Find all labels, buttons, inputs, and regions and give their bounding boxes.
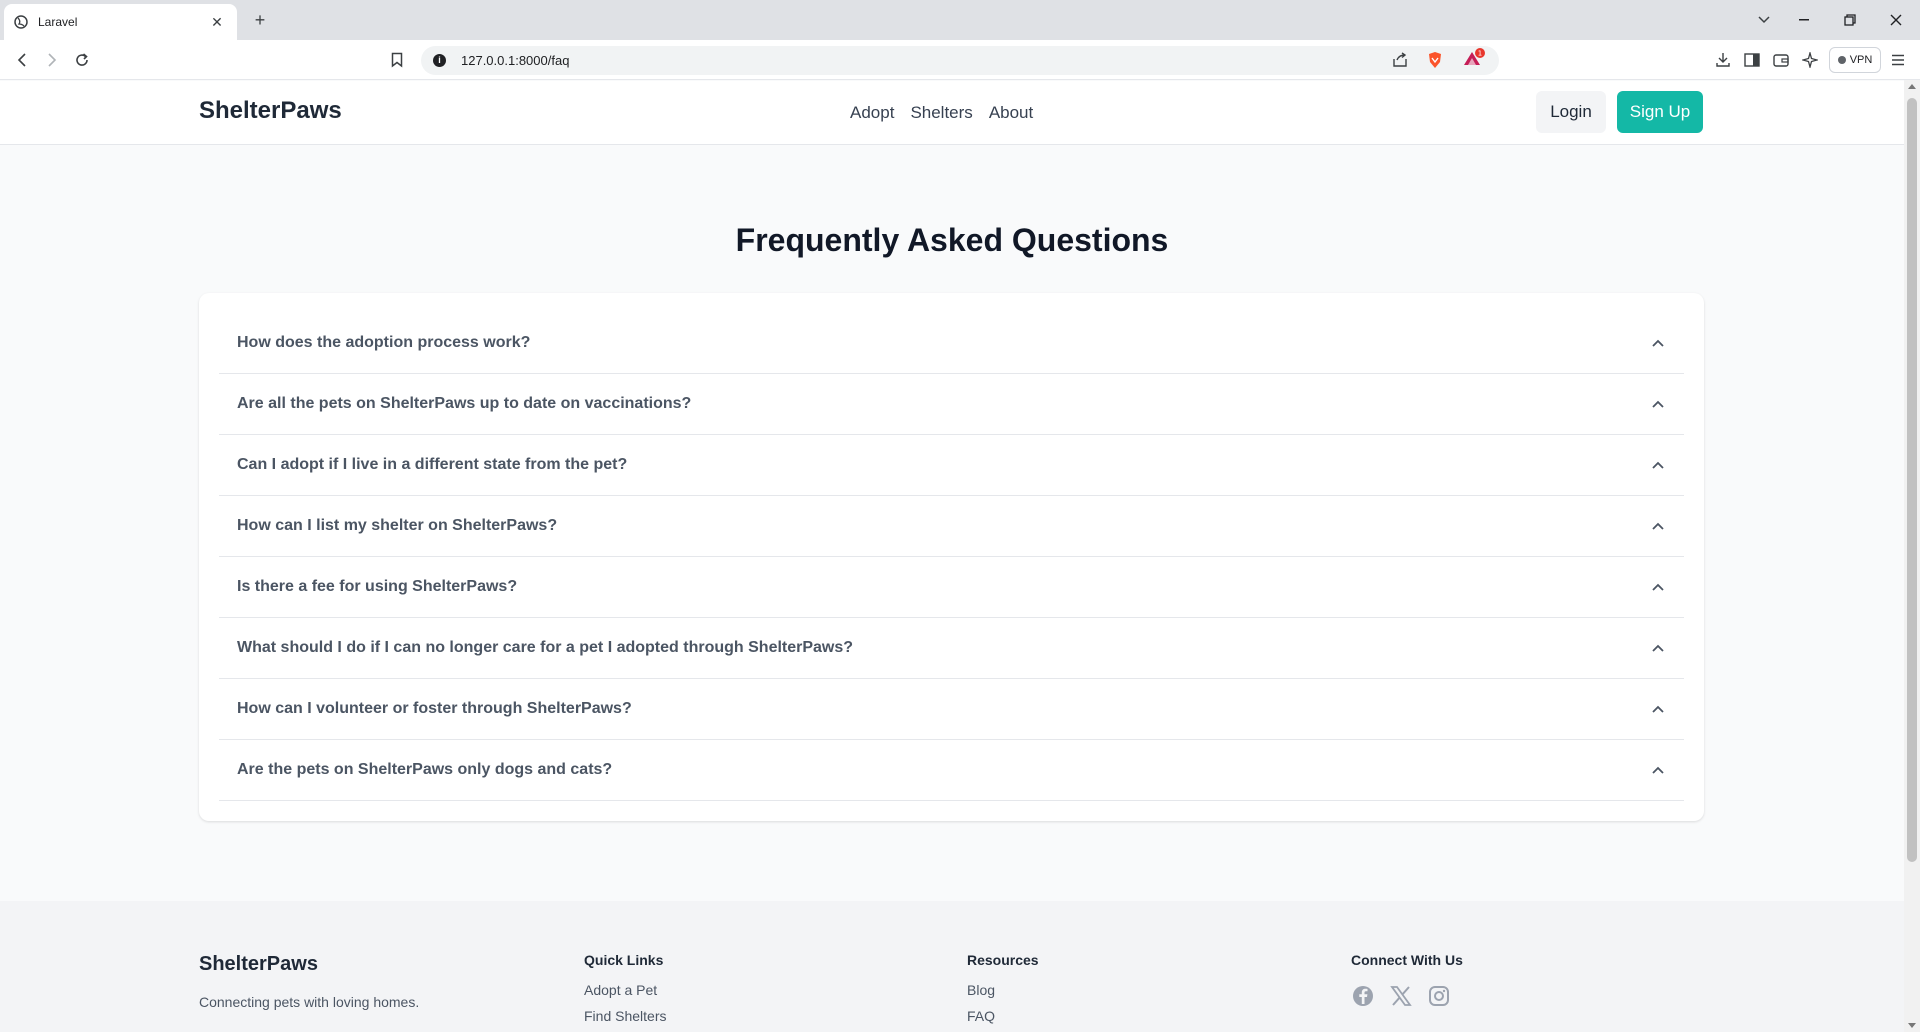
forward-icon[interactable] <box>40 48 64 72</box>
faq-item[interactable]: What should I do if I can no longer care… <box>219 618 1684 679</box>
instagram-icon[interactable] <box>1427 984 1451 1008</box>
faq-question: What should I do if I can no longer care… <box>237 639 854 656</box>
footer-link-blog[interactable]: Blog <box>967 982 1039 998</box>
page-scrollbar[interactable] <box>1904 80 1920 1032</box>
faq-question: Are all the pets on ShelterPaws up to da… <box>237 395 692 412</box>
faq-item[interactable]: Is there a fee for using ShelterPaws? <box>219 557 1684 618</box>
download-icon[interactable] <box>1713 50 1733 70</box>
address-bar[interactable]: i 127.0.0.1:8000/faq <box>421 46 1499 75</box>
url-text: 127.0.0.1:8000/faq <box>461 53 570 68</box>
globe-icon <box>14 15 28 29</box>
vpn-status-icon <box>1837 56 1846 64</box>
site-footer: ShelterPaws Connecting pets with loving … <box>0 901 1904 1032</box>
signup-button[interactable]: Sign Up <box>1617 91 1703 133</box>
footer-link-find-shelters[interactable]: Find Shelters <box>584 1008 666 1024</box>
tab-search-chevron-icon[interactable] <box>1752 8 1776 32</box>
chevron-up-icon <box>1652 400 1664 408</box>
vpn-button[interactable]: VPN <box>1829 47 1881 73</box>
nav-link-adopt[interactable]: Adopt <box>850 103 894 123</box>
scroll-down-icon[interactable] <box>1908 1023 1916 1028</box>
footer-quick-links: Quick Links Adopt a Pet Find Shelters <box>584 952 666 1032</box>
login-button[interactable]: Login <box>1536 91 1606 133</box>
reload-icon[interactable] <box>70 48 94 72</box>
footer-heading: Connect With Us <box>1351 952 1463 968</box>
menu-icon[interactable] <box>1888 50 1908 70</box>
faq-question: Can I adopt if I live in a different sta… <box>237 456 628 473</box>
bookmark-icon[interactable] <box>385 48 409 72</box>
close-tab-icon[interactable]: ✕ <box>207 14 227 31</box>
site-info-icon[interactable]: i <box>433 54 446 67</box>
browser-toolbar: i 127.0.0.1:8000/faq 1 VPN <box>0 40 1920 80</box>
footer-resources: Resources Blog FAQ <box>967 952 1039 1032</box>
sidebar-icon[interactable] <box>1742 50 1762 70</box>
social-links <box>1351 984 1451 1008</box>
chevron-up-icon <box>1652 583 1664 591</box>
footer-heading: Resources <box>967 952 1039 968</box>
browser-tab[interactable]: Laravel ✕ <box>4 4 237 40</box>
leo-ai-icon[interactable] <box>1800 50 1820 70</box>
faq-item[interactable]: Can I adopt if I live in a different sta… <box>219 435 1684 496</box>
faq-item[interactable]: Are all the pets on ShelterPaws up to da… <box>219 374 1684 435</box>
page-title: Frequently Asked Questions <box>735 222 1169 258</box>
faq-question: How can I list my shelter on ShelterPaws… <box>237 517 558 534</box>
close-window-icon[interactable] <box>1884 8 1908 32</box>
footer-heading: Quick Links <box>584 952 664 968</box>
tab-title: Laravel <box>38 15 78 29</box>
faq-item[interactable]: How does the adoption process work? <box>219 313 1684 374</box>
wallet-icon[interactable] <box>1771 50 1791 70</box>
nav-link-about[interactable]: About <box>989 103 1033 123</box>
main-nav: Adopt Shelters About <box>850 103 1033 123</box>
restore-icon[interactable] <box>1838 8 1862 32</box>
chevron-up-icon <box>1652 644 1664 652</box>
faq-question: How can I volunteer or foster through Sh… <box>237 700 632 717</box>
share-icon[interactable] <box>1391 51 1409 69</box>
faq-accordion: How does the adoption process work? Are … <box>199 293 1704 821</box>
facebook-icon[interactable] <box>1351 984 1375 1008</box>
footer-brand: ShelterPaws <box>199 953 318 975</box>
faq-item[interactable]: How can I list my shelter on ShelterPaws… <box>219 496 1684 557</box>
faq-item[interactable]: How can I volunteer or foster through Sh… <box>219 679 1684 740</box>
chevron-up-icon <box>1652 522 1664 530</box>
notification-count: 1 <box>1478 50 1482 58</box>
footer-connect: Connect With Us <box>1351 952 1463 982</box>
scroll-up-icon[interactable] <box>1908 84 1916 89</box>
nav-link-shelters[interactable]: Shelters <box>910 103 972 123</box>
x-icon[interactable] <box>1389 984 1413 1008</box>
site-header: ShelterPaws Adopt Shelters About Login S… <box>0 81 1904 145</box>
brave-shield-icon[interactable] <box>1426 51 1444 69</box>
new-tab-button[interactable]: + <box>250 10 270 30</box>
brave-rewards-icon[interactable]: 1 <box>1461 48 1487 67</box>
footer-tagline: Connecting pets with loving homes. <box>199 994 420 1010</box>
footer-link-adopt-a-pet[interactable]: Adopt a Pet <box>584 982 666 998</box>
browser-tab-bar: Laravel ✕ + <box>0 0 1920 40</box>
footer-link-faq[interactable]: FAQ <box>967 1008 1039 1024</box>
chevron-up-icon <box>1652 705 1664 713</box>
back-icon[interactable] <box>10 48 34 72</box>
scrollbar-thumb[interactable] <box>1907 98 1917 862</box>
faq-question: How does the adoption process work? <box>237 334 531 351</box>
vpn-label: VPN <box>1849 54 1873 66</box>
faq-question: Are the pets on ShelterPaws only dogs an… <box>237 761 613 778</box>
chevron-up-icon <box>1652 766 1664 774</box>
minimize-icon[interactable] <box>1792 8 1816 32</box>
chevron-up-icon <box>1652 461 1664 469</box>
faq-question: Is there a fee for using ShelterPaws? <box>237 578 518 595</box>
brand-logo[interactable]: ShelterPaws <box>199 97 342 125</box>
chevron-up-icon <box>1652 339 1664 347</box>
faq-item[interactable]: Are the pets on ShelterPaws only dogs an… <box>219 740 1684 801</box>
